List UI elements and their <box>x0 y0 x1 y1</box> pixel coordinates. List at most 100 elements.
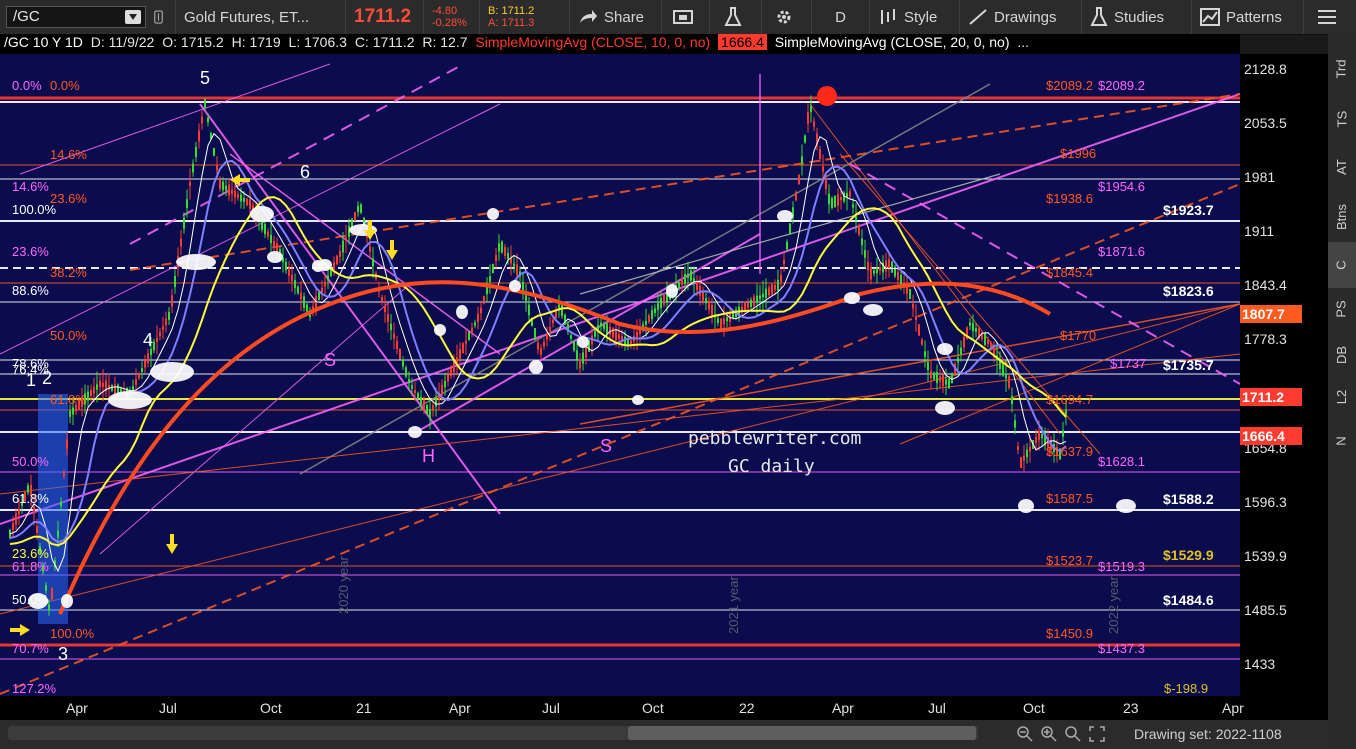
candle <box>819 149 821 159</box>
level-label: $1637.9 <box>1046 444 1093 459</box>
candle <box>18 508 20 515</box>
main-toolbar: /GC Gold Futures, ET... 1711.2 -4.80 -0.… <box>0 0 1356 35</box>
price-axis[interactable]: 2128.8 2053.5 1981 1911 1843.4 1778.3 16… <box>1240 54 1328 720</box>
tab-c[interactable]: C <box>1328 242 1356 288</box>
candle <box>267 231 269 237</box>
candle <box>711 304 713 317</box>
marker-ellipse <box>863 304 883 316</box>
candle <box>870 267 872 280</box>
studies-button[interactable]: Studies <box>1082 0 1192 34</box>
candle <box>402 359 404 367</box>
marker-ellipse <box>434 324 446 336</box>
bar-date: D: 11/9/22 <box>90 34 155 50</box>
candle <box>1017 446 1019 450</box>
settings-button[interactable] <box>762 0 812 34</box>
change-value: -4.80 <box>432 5 458 17</box>
candle <box>546 333 548 340</box>
fib-label-left: 61.8% <box>12 491 49 506</box>
candle <box>801 156 803 164</box>
level-label: $1770 <box>1060 328 1097 343</box>
tab-btns[interactable]: Btns <box>1328 192 1356 242</box>
patterns-button[interactable]: Patterns <box>1192 0 1304 34</box>
candle <box>384 306 386 312</box>
marker-ellipse <box>408 426 422 438</box>
candle <box>462 342 464 354</box>
pattern-label-shoulder: S <box>324 350 337 370</box>
candle <box>501 241 503 253</box>
symbol-selector[interactable]: /GC <box>6 6 146 28</box>
tab-trd[interactable]: Trd <box>1328 46 1356 92</box>
candle <box>60 501 62 507</box>
tab-l2[interactable]: L2 <box>1328 374 1356 420</box>
trend-line <box>0 103 501 355</box>
candle <box>132 386 134 390</box>
price-chart[interactable]: pebblewriter.com GC daily 5 6 4 1 2 3 S … <box>0 54 1240 720</box>
share-button[interactable]: Share <box>570 0 662 34</box>
chevron-down-icon[interactable] <box>125 10 141 24</box>
candle <box>807 112 809 124</box>
candle <box>414 389 416 394</box>
price-chart-canvas[interactable] <box>0 54 1240 720</box>
tab-n[interactable]: N <box>1328 418 1356 464</box>
tab-ps[interactable]: PS <box>1328 284 1356 334</box>
candle <box>825 178 827 190</box>
time-axis[interactable]: Apr Jul Oct 21 Apr Jul Oct 22 Apr Jul Oc… <box>0 696 1244 720</box>
flask-button[interactable] <box>710 0 762 34</box>
candle <box>417 393 419 399</box>
candle <box>777 279 779 291</box>
ask-value: A: 1711.3 <box>488 17 535 29</box>
candle <box>240 194 242 202</box>
sma20-price-badge: 1807.7 <box>1240 305 1302 323</box>
gallery-button[interactable] <box>662 0 710 34</box>
level-label: $1735.7 <box>1163 357 1214 373</box>
tab-at[interactable]: AT <box>1328 142 1356 192</box>
tab-db[interactable]: DB <box>1328 330 1356 380</box>
marker-ellipse <box>937 343 953 355</box>
price-tick: 1539.9 <box>1244 548 1287 564</box>
drawings-button[interactable]: Drawings <box>960 0 1082 34</box>
candle <box>645 320 647 325</box>
candle <box>450 368 452 376</box>
last-price-value: 1711.2 <box>354 6 412 27</box>
candle <box>705 298 707 304</box>
sma10-label[interactable]: SimpleMovingAvg (CLOSE, 10, 0, no) <box>475 34 710 50</box>
level-label: $1523.7 <box>1046 553 1093 568</box>
sma20-label[interactable]: SimpleMovingAvg (CLOSE, 20, 0, no) <box>775 34 1010 50</box>
period-button[interactable]: D <box>812 0 870 34</box>
price-tick: 2053.5 <box>1244 115 1287 131</box>
time-tick: Apr <box>832 700 854 716</box>
marker-ellipse <box>250 206 274 222</box>
candle <box>918 324 920 336</box>
candle <box>228 184 230 196</box>
marker-ellipse <box>312 260 324 272</box>
candle <box>537 342 539 350</box>
level-label: $1587.5 <box>1046 491 1093 506</box>
candle <box>156 338 158 342</box>
more-indicator: ... <box>1017 34 1030 50</box>
link-icon[interactable] <box>148 0 176 34</box>
candle <box>192 163 194 173</box>
scrollbar-thumb[interactable] <box>628 726 976 740</box>
candle <box>246 198 248 206</box>
tab-ts[interactable]: TS <box>1328 96 1356 142</box>
marker-ellipse <box>529 360 543 374</box>
time-tick: 23 <box>1123 700 1139 716</box>
candle <box>798 174 800 185</box>
bottom-bar: Drawing set: 2022-1108 <box>0 720 1328 749</box>
style-button[interactable]: Style <box>870 0 960 34</box>
marker-ellipse <box>1018 499 1034 513</box>
marker-ellipse <box>176 254 216 270</box>
candle <box>387 314 389 322</box>
expand-icon <box>1089 726 1105 742</box>
level-label: $2089.2 <box>1046 78 1093 93</box>
drawing-set-label[interactable]: Drawing set: 2022-1108 <box>1134 726 1282 742</box>
candle <box>834 195 836 208</box>
time-scrollbar[interactable] <box>8 726 978 740</box>
menu-button[interactable] <box>1304 0 1356 34</box>
last-price-badge: 1711.2 <box>1240 388 1302 406</box>
candle <box>498 243 500 252</box>
candle <box>963 336 965 348</box>
candle <box>795 191 797 201</box>
marker-ellipse <box>509 280 521 292</box>
candle <box>1035 436 1037 444</box>
